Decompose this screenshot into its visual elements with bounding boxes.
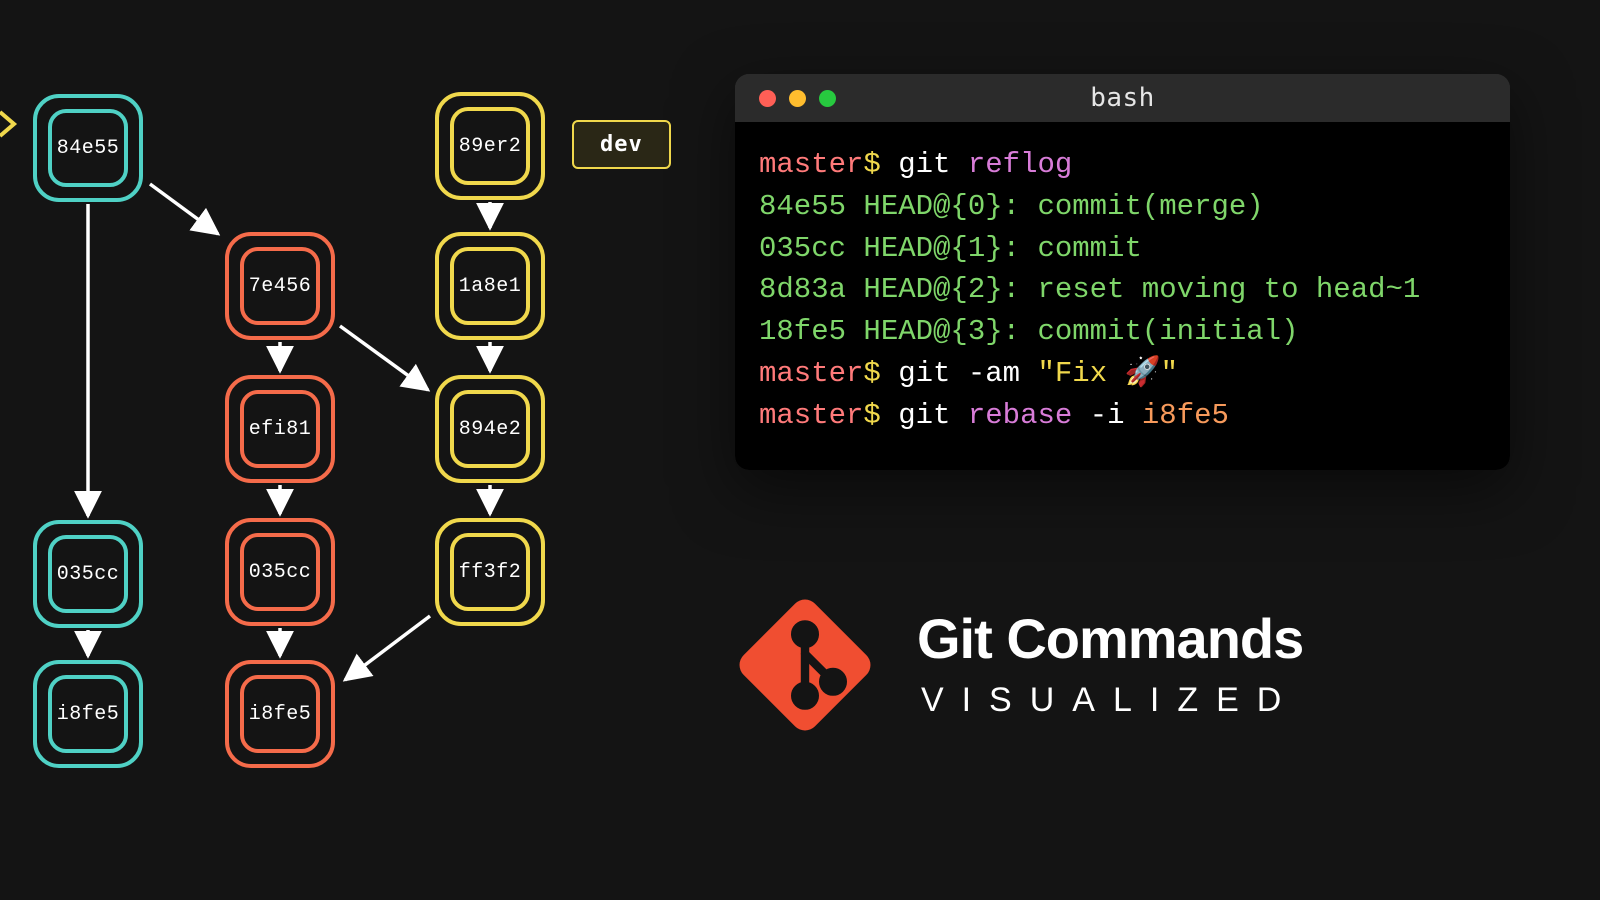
branch-label-dev: dev [572,120,671,169]
terminal-cmd-1: master$ git reflog [759,144,1486,186]
commit-hash: efi81 [249,418,312,441]
commit-hash: 89er2 [459,135,522,158]
terminal-cmd-3: master$ git rebase -i i8fe5 [759,395,1486,437]
commit-hash: 1a8e1 [459,275,522,298]
terminal-title: bash [735,83,1510,113]
commit-node: 035cc [33,520,143,628]
commit-node: 84e55 [33,94,143,202]
commit-node: 894e2 [435,375,545,483]
commit-node: i8fe5 [225,660,335,768]
commit-hash: 894e2 [459,418,522,441]
commit-hash: i8fe5 [249,703,312,726]
branding: Git Commands VISUALIZED [735,595,1303,735]
commit-node: efi81 [225,375,335,483]
commit-hash: ff3f2 [459,561,522,584]
page-subtitle: VISUALIZED [917,681,1303,720]
commit-node: i8fe5 [33,660,143,768]
commit-hash: 84e55 [57,137,120,160]
traffic-lights [759,90,836,107]
commit-node: 035cc [225,518,335,626]
commit-node: 7e456 [225,232,335,340]
terminal-body: master$ git reflog 84e55 HEAD@{0}: commi… [735,122,1510,470]
commit-node: 1a8e1 [435,232,545,340]
terminal-output-line: 18fe5 HEAD@{3}: commit(initial) [759,311,1486,353]
commit-hash: 7e456 [249,275,312,298]
commit-node: ff3f2 [435,518,545,626]
terminal-output-line: 8d83a HEAD@{2}: reset moving to head~1 [759,269,1486,311]
commit-node: 89er2 [435,92,545,200]
minimize-icon[interactable] [789,90,806,107]
terminal-output-line: 035cc HEAD@{1}: commit [759,228,1486,270]
terminal-cmd-2: master$ git -am "Fix 🚀" [759,353,1486,395]
close-icon[interactable] [759,90,776,107]
terminal-output-line: 84e55 HEAD@{0}: commit(merge) [759,186,1486,228]
commit-hash: i8fe5 [57,703,120,726]
terminal-window: bash master$ git reflog 84e55 HEAD@{0}: … [735,74,1510,470]
commit-hash: 035cc [57,563,120,586]
git-logo-icon [735,595,875,735]
commit-hash: 035cc [249,561,312,584]
terminal-titlebar: bash [735,74,1510,122]
page-title: Git Commands [917,611,1303,667]
maximize-icon[interactable] [819,90,836,107]
